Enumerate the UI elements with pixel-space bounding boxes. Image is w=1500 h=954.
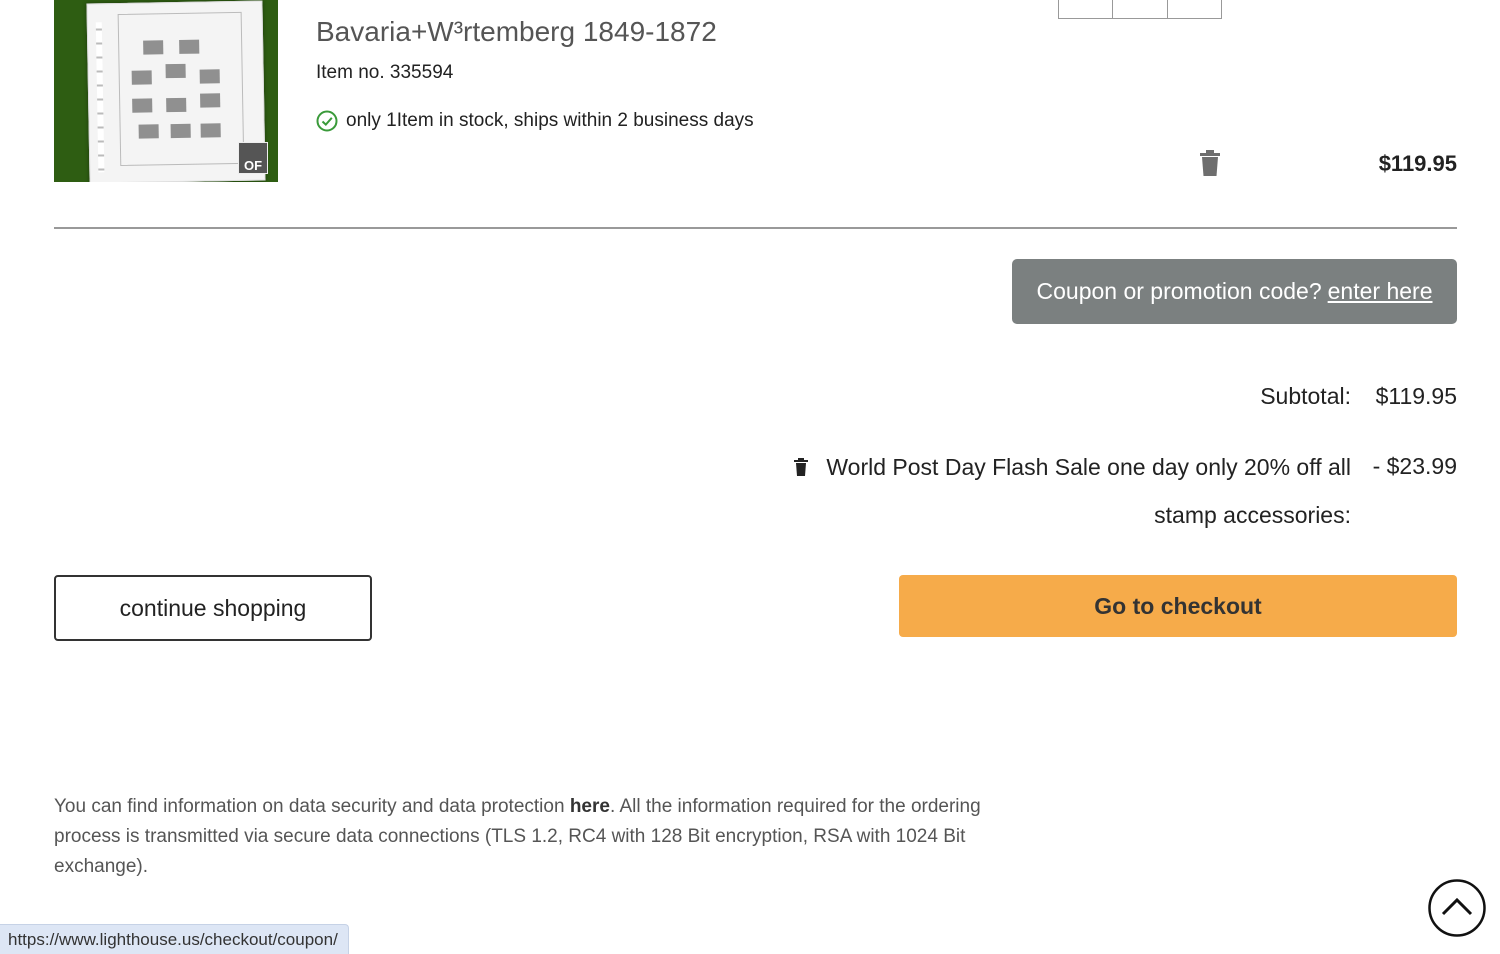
- discount-label: World Post Day Flash Sale one day only 2…: [826, 454, 1351, 528]
- line-item-price: $119.95: [1378, 151, 1457, 176]
- coupon-banner: Coupon or promotion code? enter here: [1012, 259, 1457, 324]
- security-info: You can find information on data securit…: [54, 792, 984, 882]
- coupon-prompt: Coupon or promotion code?: [1036, 278, 1322, 304]
- trash-icon[interactable]: [1198, 150, 1222, 176]
- quantity-decrease-button[interactable]: [1059, 0, 1114, 18]
- divider: [54, 227, 1457, 229]
- product-badge: OF: [238, 142, 268, 174]
- security-info-text: You can find information on data securit…: [54, 796, 570, 817]
- item-number: Item no. 335594: [316, 62, 454, 83]
- data-protection-link[interactable]: here: [570, 796, 610, 817]
- quantity-increase-button[interactable]: [1168, 0, 1221, 18]
- link-preview-status: https://www.lighthouse.us/checkout/coupo…: [0, 924, 349, 954]
- product-thumbnail[interactable]: OF: [54, 0, 278, 182]
- quantity-stepper[interactable]: [1058, 0, 1222, 19]
- discount-value: - $23.99: [1372, 453, 1457, 479]
- stock-status: only 1Item in stock, ships within 2 busi…: [316, 110, 754, 132]
- check-circle-icon: [316, 110, 338, 132]
- subtotal-value: $119.95: [1375, 383, 1457, 409]
- product-title[interactable]: Bavaria+W³rtemberg 1849-1872: [316, 16, 717, 48]
- subtotal-label: Subtotal:: [1260, 383, 1351, 409]
- scroll-to-top-icon[interactable]: [1428, 879, 1486, 937]
- checkout-button[interactable]: Go to checkout: [899, 575, 1457, 637]
- coupon-enter-link[interactable]: enter here: [1328, 278, 1433, 305]
- stock-text: only 1Item in stock, ships within 2 busi…: [346, 110, 754, 131]
- quantity-value[interactable]: [1113, 0, 1168, 18]
- continue-shopping-button[interactable]: continue shopping: [54, 575, 372, 641]
